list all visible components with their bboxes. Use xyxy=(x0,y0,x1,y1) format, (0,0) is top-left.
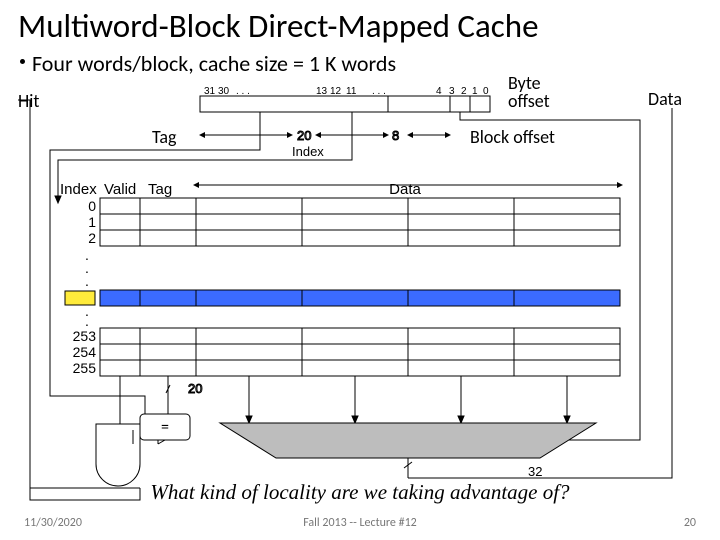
address-register: 31 30 . . . 13 12 11 . . . 4 3 2 1 0 xyxy=(200,86,490,112)
bit-13: 13 xyxy=(316,86,328,97)
bit-3: 3 xyxy=(449,86,455,97)
eq-label: = xyxy=(161,418,169,437)
bit-31: 31 xyxy=(204,86,216,97)
row-dots-5: . xyxy=(85,313,89,329)
bit-0: 0 xyxy=(483,86,489,97)
out-width: 32 xyxy=(528,464,542,479)
cache-table: Index Valid Tag Data . xyxy=(60,181,620,376)
bit-dots1: . . . xyxy=(236,86,250,97)
index-arrow-label: Index xyxy=(292,144,324,159)
comparator: = xyxy=(140,414,190,440)
row-0: 0 xyxy=(88,198,96,214)
col-index: Index xyxy=(60,181,97,198)
bit-12: 12 xyxy=(330,86,342,97)
tag-width: 20 xyxy=(297,128,311,143)
compare-width: 20 xyxy=(188,381,202,396)
row-2: 2 xyxy=(88,230,96,246)
bit-1: 1 xyxy=(472,86,478,97)
bit-2: 2 xyxy=(461,86,467,97)
bit-30: 30 xyxy=(218,86,230,97)
index-width: 8 xyxy=(392,128,399,143)
selected-index-box xyxy=(65,291,95,305)
bit-11: 11 xyxy=(346,86,357,97)
col-data: Data xyxy=(389,181,421,198)
field-arrows: 20 8 xyxy=(202,128,448,143)
row-254: 254 xyxy=(73,344,97,360)
row-255: 255 xyxy=(73,360,97,376)
row-dots-3: . xyxy=(85,273,89,289)
address-wires xyxy=(50,112,640,443)
cache-diagram: 31 30 . . . 13 12 11 . . . 4 3 2 1 0 20 … xyxy=(0,0,720,540)
row-253: 253 xyxy=(73,328,97,344)
col-tag: Tag xyxy=(148,181,172,198)
row-1: 1 xyxy=(88,214,96,230)
col-valid: Valid xyxy=(104,181,136,198)
bit-4: 4 xyxy=(436,86,442,97)
bit-dots2: . . . xyxy=(372,86,386,97)
